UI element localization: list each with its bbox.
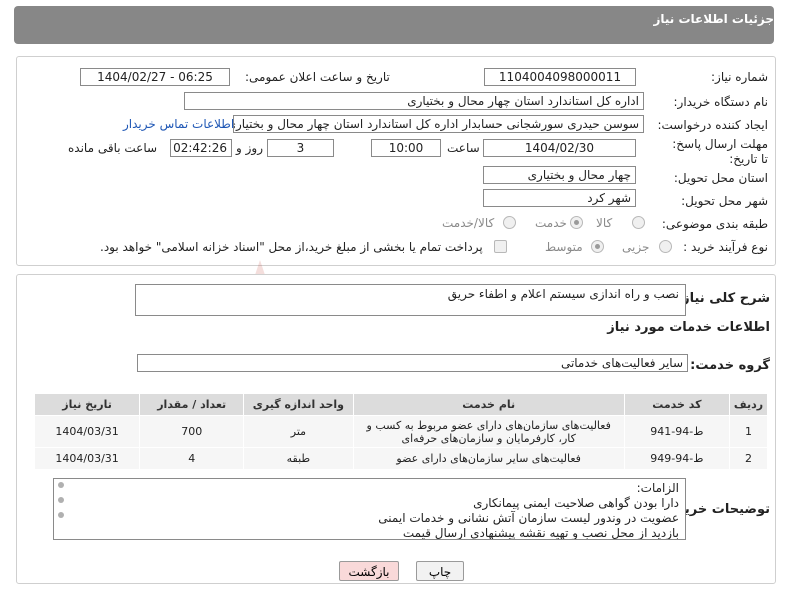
purchase-option-medium: متوسط xyxy=(545,240,583,254)
need-info-panel xyxy=(16,56,776,266)
col-qty: تعداد / مقدار xyxy=(139,393,245,416)
purchase-radio-minor[interactable] xyxy=(659,240,672,253)
scroll-dot-icon xyxy=(58,482,64,488)
city-field: شهر کرد xyxy=(483,189,636,207)
creator-field: سوسن حیدری سورشجانی حسابدار اداره کل است… xyxy=(233,115,644,133)
services-table: ردیف کد خدمت نام خدمت واحد اندازه گیری ت… xyxy=(33,393,769,470)
category-label: طبقه بندی موضوعی: xyxy=(661,217,768,231)
buyer-contact-link[interactable]: اطلاعات تماس خریدار xyxy=(123,117,234,131)
deadline-time-field: 10:00 xyxy=(371,139,441,157)
service-group-field: سایر فعالیت‌های خدماتی xyxy=(137,354,688,372)
deadline-date-field: 1404/02/30 xyxy=(483,139,636,157)
cell-row: 1 xyxy=(728,415,769,448)
payment-note: پرداخت تمام یا بخشی از مبلغ خرید،از محل … xyxy=(100,240,483,254)
days-field: 3 xyxy=(267,139,334,157)
purchase-type-label: نوع فرآیند خرید : xyxy=(683,240,768,254)
announce-date-field: 1404/02/27 - 06:25 xyxy=(80,68,230,86)
deadline-time-label: ساعت xyxy=(447,141,480,155)
back-button[interactable]: بازگشت xyxy=(339,561,399,581)
cell-unit: متر xyxy=(243,415,354,448)
cell-row: 2 xyxy=(728,447,769,470)
category-option-goods-service: کالا/خدمت xyxy=(442,216,495,230)
page-title: جزئیات اطلاعات نیاز xyxy=(653,12,774,26)
city-label: شهر محل تحویل: xyxy=(681,194,768,208)
buyer-notes-textarea[interactable]: الزامات: دارا بودن گواهی صلاحیت ایمنی پی… xyxy=(53,478,686,540)
notes-line: دارا بودن گواهی صلاحیت ایمنی پیمانکاری xyxy=(473,496,679,510)
summary-textarea[interactable]: نصب و راه اندازی سیستم اعلام و اطفاء حری… xyxy=(135,284,686,316)
category-radio-service[interactable] xyxy=(570,216,583,229)
col-unit: واحد اندازه گیری xyxy=(243,393,354,416)
service-group-label: گروه خدمت: xyxy=(690,358,770,373)
remaining-label: ساعت باقی مانده xyxy=(68,141,158,155)
need-number-label: شماره نیاز: xyxy=(711,70,768,84)
summary-text: نصب و راه اندازی سیستم اعلام و اطفاء حری… xyxy=(447,287,679,301)
summary-label: شرح کلی نیاز: xyxy=(676,291,770,306)
col-date: تاریخ نیاز xyxy=(33,393,141,416)
cell-qty: 700 xyxy=(139,415,245,448)
scroll-dot-icon xyxy=(58,512,64,518)
notes-line: بازدید از محل نصب و تهیه نقشه پیشنهادی ا… xyxy=(402,526,679,540)
cell-qty: 4 xyxy=(139,447,245,470)
cell-date: 1404/03/31 xyxy=(33,415,141,448)
col-code: کد خدمت xyxy=(623,393,730,416)
deadline-label: مهلت ارسال پاسخ: تا تاریخ: xyxy=(672,137,768,166)
announce-label: تاریخ و ساعت اعلان عمومی: xyxy=(245,70,390,84)
treasury-payment-checkbox[interactable] xyxy=(494,240,507,253)
print-button[interactable]: چاپ xyxy=(416,561,464,581)
table-row: 2 ط-94-949 فعالیت‌های سایر سازمان‌های دا… xyxy=(33,447,769,470)
cell-date: 1404/03/31 xyxy=(33,447,141,470)
buyer-org-label: نام دستگاه خریدار: xyxy=(673,95,769,109)
cell-name: فعالیت‌های سازمان‌های دارای عضو مربوط به… xyxy=(352,415,625,448)
province-field: چهار محال و بختیاری xyxy=(483,166,636,184)
days-label: روز و xyxy=(236,141,263,155)
category-option-goods: کالا xyxy=(596,216,613,230)
cell-name: فعالیت‌های سایر سازمان‌های دارای عضو xyxy=(352,447,625,470)
remaining-time-field: 02:42:26 xyxy=(170,139,232,157)
notes-line: عضویت در وندور لیست سازمان آتش نشانی و خ… xyxy=(378,511,679,525)
table-row: 1 ط-94-941 فعالیت‌های سازمان‌های دارای ع… xyxy=(33,415,769,448)
col-row: ردیف xyxy=(728,393,769,416)
province-label: استان محل تحویل: xyxy=(673,171,768,185)
table-header-row: ردیف کد خدمت نام خدمت واحد اندازه گیری ت… xyxy=(33,393,769,416)
services-heading: اطلاعات خدمات مورد نیاز xyxy=(607,320,770,335)
category-radio-goods-service[interactable] xyxy=(503,216,516,229)
cell-code: ط-94-949 xyxy=(623,447,730,470)
scroll-dot-icon xyxy=(58,497,64,503)
notes-line: الزامات: xyxy=(636,481,679,495)
buyer-org-field: اداره کل استاندارد استان چهار محال و بخت… xyxy=(184,92,644,110)
purchase-radio-medium[interactable] xyxy=(591,240,604,253)
cell-unit: طبقه xyxy=(243,447,354,470)
purchase-option-minor: جزیی xyxy=(622,240,650,254)
cell-code: ط-94-941 xyxy=(623,415,730,448)
category-radio-goods[interactable] xyxy=(632,216,645,229)
col-name: نام خدمت xyxy=(352,393,625,416)
need-number-field: 1104004098000011 xyxy=(484,68,636,86)
category-option-service: خدمت xyxy=(535,216,567,230)
creator-label: ایجاد کننده درخواست: xyxy=(657,118,768,132)
